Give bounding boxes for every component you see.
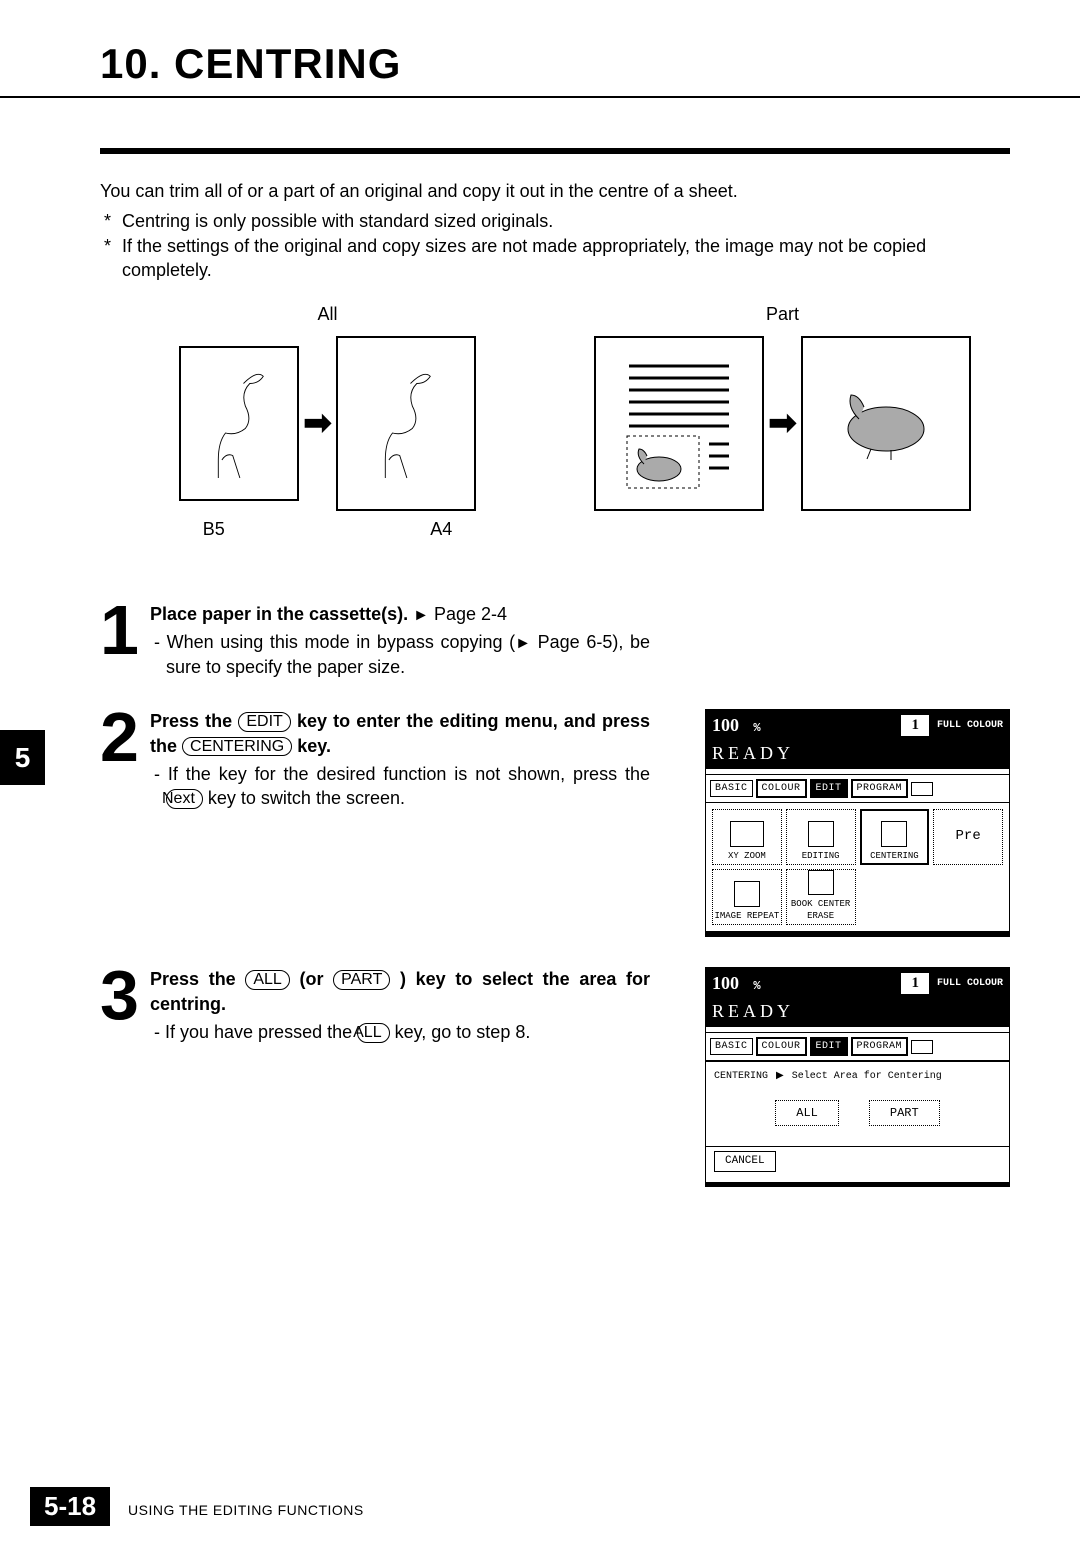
key-part: PART <box>333 970 390 990</box>
fn-centering[interactable]: CENTERING <box>860 809 930 865</box>
step1-pageref: Page 2-4 <box>434 604 507 624</box>
step-2: 2 Press the EDIT key to enter the editin… <box>100 709 685 810</box>
option-part[interactable]: PART <box>869 1100 940 1126</box>
step2-sub: - If the key for the desired function is… <box>150 762 650 811</box>
ready-label: READY <box>706 741 1009 769</box>
fn-editing[interactable]: EDITING <box>786 809 856 865</box>
arrow-right-icon: ➡ <box>303 401 332 447</box>
tab-edit[interactable]: EDIT <box>810 1037 848 1057</box>
diagram-row: All ➡ B5 A4 Part <box>100 302 1010 542</box>
caption-b5: B5 <box>203 517 225 541</box>
tab-colour[interactable]: COLOUR <box>756 779 807 799</box>
settings-icon[interactable] <box>911 1040 933 1054</box>
ready-label: READY <box>706 999 1009 1027</box>
part-result-icon <box>821 374 951 474</box>
option-all[interactable]: ALL <box>775 1100 839 1126</box>
console-edit-screen: 100 % 1 FULL COLOUR READY BASIC COLOUR E… <box>705 709 1010 937</box>
console-centering-screen: 100 % 1 FULL COLOUR READY BASIC COLOUR E… <box>705 967 1010 1187</box>
zoom-value: 100 <box>712 973 739 993</box>
illustration-b5 <box>179 346 299 501</box>
fn-pre[interactable]: Pre <box>933 809 1003 865</box>
step-1: 1 Place paper in the cassette(s). ► Page… <box>100 602 1010 679</box>
console-tabs: BASIC COLOUR EDIT PROGRAM <box>706 1033 1009 1062</box>
tab-edit[interactable]: EDIT <box>810 779 848 799</box>
centering-mode-label: CENTERING <box>714 1070 768 1084</box>
section-label: USING THE EDITING FUNCTIONS <box>128 1502 364 1518</box>
centering-icon <box>881 821 907 847</box>
step-number: 1 <box>100 602 148 658</box>
diagram-part-label: Part <box>555 302 1010 326</box>
arrow-right-icon: ➡ <box>768 401 797 447</box>
tab-program[interactable]: PROGRAM <box>851 779 909 799</box>
note-item: If the settings of the original and copy… <box>100 234 1010 283</box>
step3-text: (or <box>290 969 333 989</box>
tab-basic[interactable]: BASIC <box>710 780 753 798</box>
key-centering: CENTERING <box>182 737 292 757</box>
notes-list: Centring is only possible with standard … <box>100 209 1010 282</box>
step-number: 3 <box>100 967 148 1023</box>
select-prompt: Select Area for Centering <box>792 1070 942 1084</box>
illustration-part-result <box>801 336 971 511</box>
step2-text: Press the <box>150 711 238 731</box>
page-footer: 5-18 USING THE EDITING FUNCTIONS <box>0 1487 1080 1526</box>
tab-program[interactable]: PROGRAM <box>851 1037 909 1057</box>
fn-xy-zoom[interactable]: XY ZOOM <box>712 809 782 865</box>
step3-text: Press the <box>150 969 245 989</box>
caption-a4: A4 <box>430 517 452 541</box>
flamingo-icon <box>194 364 284 484</box>
cancel-button[interactable]: CANCEL <box>714 1151 776 1172</box>
key-next: Next <box>166 789 203 809</box>
note-item: Centring is only possible with standard … <box>100 209 1010 233</box>
key-all: ALL <box>245 970 289 990</box>
diagram-all-label: All <box>100 302 555 326</box>
intro-text: You can trim all of or a part of an orig… <box>100 179 1010 203</box>
part-source-icon <box>609 354 749 494</box>
key-all-inline: ALL <box>357 1023 389 1043</box>
copy-count: 1 <box>901 715 929 735</box>
copy-count: 1 <box>901 973 929 993</box>
step-3: 3 Press the ALL (or PART ) key to select… <box>100 967 685 1044</box>
settings-icon[interactable] <box>911 782 933 796</box>
page-title: 10. CENTRING <box>0 0 1080 98</box>
key-edit: EDIT <box>238 712 290 732</box>
book-erase-icon <box>808 870 834 895</box>
tab-basic[interactable]: BASIC <box>710 1038 753 1056</box>
xyzoom-icon <box>730 821 764 847</box>
fn-image-repeat[interactable]: IMAGE REPEAT <box>712 869 782 925</box>
zoom-value: 100 <box>712 715 739 735</box>
percent-label: % <box>753 979 760 993</box>
fn-book-center-erase[interactable]: BOOK CENTER ERASE <box>786 869 856 925</box>
percent-label: % <box>753 721 760 735</box>
illustration-a4 <box>336 336 476 511</box>
flamingo-icon <box>361 364 451 484</box>
chapter-tab: 5 <box>0 730 45 785</box>
illustration-part-source <box>594 336 764 511</box>
step-number: 2 <box>100 709 148 765</box>
image-repeat-icon <box>734 881 760 907</box>
editing-icon <box>808 821 834 847</box>
step3-sub: - If you have pressed the ALL key, go to… <box>150 1020 650 1044</box>
divider <box>100 148 1010 154</box>
pointer-icon: ► <box>515 635 531 652</box>
pointer-icon: ► <box>413 607 429 624</box>
full-colour-label: FULL COLOUR <box>937 719 1003 733</box>
pointer-icon: ▶ <box>776 1070 784 1084</box>
step1-lead: Place paper in the cassette(s). <box>150 604 408 624</box>
step1-sub: - When using this mode in bypass copying… <box>150 630 650 679</box>
full-colour-label: FULL COLOUR <box>937 977 1003 991</box>
console-tabs: BASIC COLOUR EDIT PROGRAM <box>706 775 1009 804</box>
step2-text: key. <box>292 736 331 756</box>
tab-colour[interactable]: COLOUR <box>756 1037 807 1057</box>
page-number: 5-18 <box>30 1487 110 1526</box>
